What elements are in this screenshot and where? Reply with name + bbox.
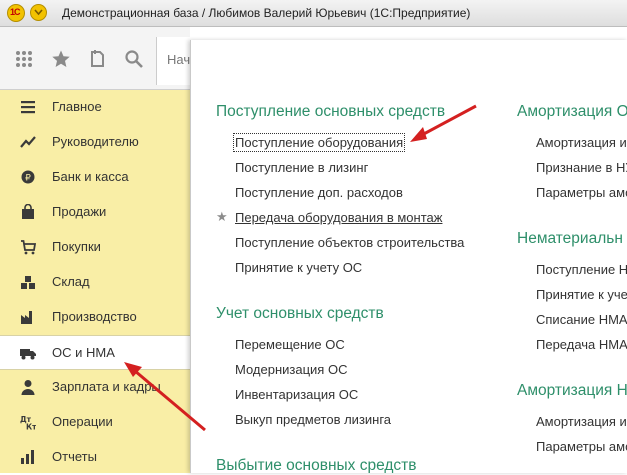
window-titlebar: 1С Демонстрационная база / Любимов Валер…: [0, 0, 627, 27]
sidebar-item-label: Продажи: [52, 204, 107, 219]
sidebar-item-label: Операции: [52, 414, 113, 429]
sidebar-item-purchases[interactable]: Покупки: [0, 230, 190, 265]
link-asset-inventory[interactable]: Инвентаризация ОС: [235, 387, 358, 402]
main-menu-button[interactable]: [30, 4, 47, 21]
menu-lines-icon: [21, 101, 35, 114]
link-leasing-buyout[interactable]: Выкуп предметов лизинга: [235, 412, 391, 427]
link-intangibles-acceptance[interactable]: Принятие к уче: [536, 287, 627, 302]
factory-icon: [21, 311, 32, 324]
link-tax-recognition[interactable]: Признание в НУ: [536, 160, 627, 175]
sidebar-item-label: Производство: [52, 309, 137, 324]
sidebar-item-salary[interactable]: Зарплата и кадры: [0, 370, 190, 405]
svg-text:Кт: Кт: [26, 423, 36, 431]
warehouse-icon: [21, 276, 35, 289]
link-intangibles-receipt[interactable]: Поступление Н: [536, 262, 627, 277]
section-title-intangibles: Нематериальн: [517, 230, 623, 247]
section-title-asset-disposal: Выбытие основных средств: [216, 457, 417, 473]
section-title-depreciation: Амортизация О: [517, 103, 627, 120]
sidebar-item-production[interactable]: Производство: [0, 300, 190, 335]
favorite-star-icon[interactable]: ★: [216, 209, 228, 225]
chevron-down-icon: [34, 9, 43, 16]
section-title-asset-accounting: Учет основных средств: [216, 305, 384, 322]
sidebar-item-operations[interactable]: Дт Кт Операции: [0, 405, 190, 440]
section-title-receipt-fixed-assets: Поступление основных средств: [216, 103, 446, 120]
link-asset-modernization[interactable]: Модернизация ОС: [235, 362, 347, 377]
link-intangibles-depreciation-params[interactable]: Параметры амо: [536, 439, 627, 454]
sidebar-item-sales[interactable]: Продажи: [0, 195, 190, 230]
link-additional-costs-receipt[interactable]: Поступление доп. расходов: [235, 185, 403, 200]
link-construction-receipt[interactable]: Поступление объектов строительства: [235, 235, 464, 250]
home-tab-label: Нач: [167, 52, 191, 67]
link-equipment-receipt[interactable]: Поступление оборудования: [232, 133, 406, 152]
sidebar-item-bank[interactable]: ₽ Банк и касса: [0, 160, 190, 195]
cart-icon: [21, 240, 36, 255]
section-functions-panel: Поступление основных средств Поступление…: [190, 40, 627, 473]
bank-icon: ₽: [21, 170, 35, 184]
sidebar-item-manager[interactable]: Руководителю: [0, 125, 190, 160]
apps-grid-icon[interactable]: [14, 49, 34, 69]
search-icon[interactable]: [124, 49, 144, 69]
section-title-intangibles-depreciation: Амортизация Н: [517, 382, 627, 399]
link-intangibles-depreciation[interactable]: Амортизация и: [536, 414, 627, 429]
sidebar-item-label: Отчеты: [52, 449, 97, 464]
link-depreciation[interactable]: Амортизация и: [536, 135, 627, 150]
link-intangibles-writeoff[interactable]: Списание НМА: [536, 312, 627, 327]
sidebar-item-label: Покупки: [52, 239, 101, 254]
svg-text:₽: ₽: [25, 174, 31, 184]
sidebar: Главное Руководителю ₽ Банк и касса Прод…: [0, 90, 190, 473]
link-leasing-receipt[interactable]: Поступление в лизинг: [235, 160, 368, 175]
person-icon: [21, 380, 35, 395]
link-asset-acceptance[interactable]: Принятие к учету ОС: [235, 260, 362, 275]
star-icon[interactable]: [51, 49, 71, 69]
sidebar-item-label: Зарплата и кадры: [52, 379, 161, 394]
sidebar-item-label: ОС и НМА: [52, 345, 115, 360]
trend-icon: [20, 136, 36, 148]
link-intangibles-transfer[interactable]: Передача НМА: [536, 337, 627, 352]
truck-icon: [20, 349, 36, 360]
window-title: Демонстрационная база / Любимов Валерий …: [62, 6, 471, 20]
history-icon[interactable]: [87, 49, 107, 69]
1c-logo-icon: 1С: [7, 4, 25, 22]
link-depreciation-params[interactable]: Параметры амо: [536, 185, 627, 200]
report-icon: [21, 450, 34, 464]
link-asset-transfer[interactable]: Перемещение ОС: [235, 337, 345, 352]
operations-icon: ДтКт: [20, 415, 36, 431]
sidebar-item-fixed-assets[interactable]: ОС и НМА: [0, 335, 190, 370]
bag-icon: [22, 204, 34, 219]
sidebar-item-label: Главное: [52, 99, 102, 114]
link-transfer-to-installation[interactable]: Передача оборудования в монтаж: [235, 210, 442, 225]
sidebar-item-warehouse[interactable]: Склад: [0, 265, 190, 300]
sidebar-item-reports[interactable]: Отчеты: [0, 440, 190, 475]
sidebar-item-main[interactable]: Главное: [0, 90, 190, 125]
sidebar-item-label: Склад: [52, 274, 90, 289]
sidebar-item-label: Банк и касса: [52, 169, 129, 184]
sidebar-item-label: Руководителю: [52, 134, 139, 149]
